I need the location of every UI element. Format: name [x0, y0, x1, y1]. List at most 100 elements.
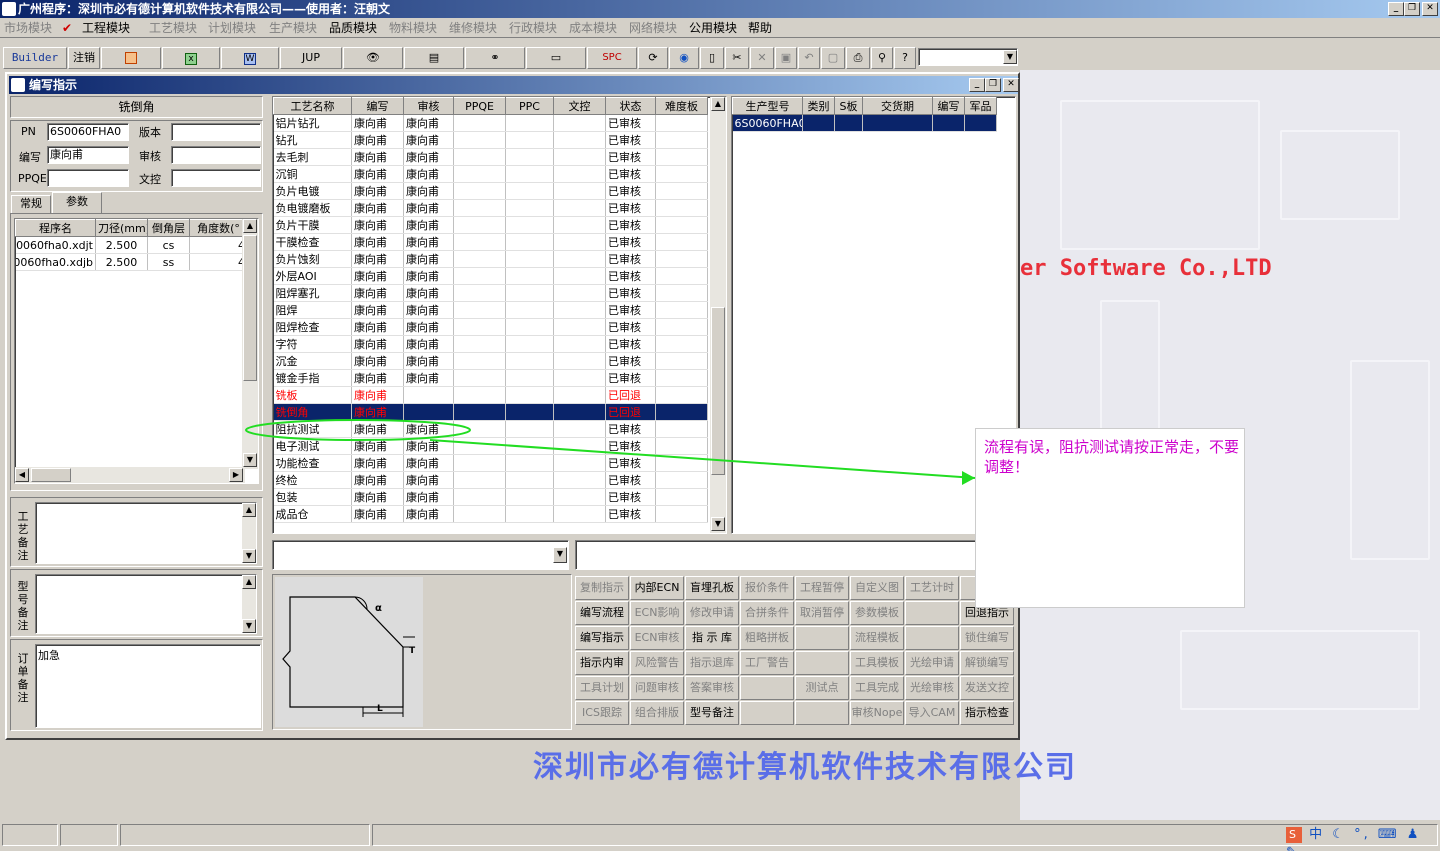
- menu-item[interactable]: 计划模块: [208, 20, 256, 36]
- tab-general[interactable]: 常规: [11, 195, 51, 213]
- version-field[interactable]: [171, 123, 261, 141]
- process-row[interactable]: 负片蚀刻 康向甫 康向甫 已审核: [273, 250, 708, 268]
- action-button[interactable]: 光绘审核: [905, 676, 959, 700]
- process-col-header[interactable]: 难度板: [655, 97, 708, 115]
- process-col-header[interactable]: PPQE: [453, 97, 506, 115]
- menu-item[interactable]: 成本模块: [569, 20, 617, 36]
- process-row[interactable]: 负片电镀 康向甫 康向甫 已审核: [273, 182, 708, 200]
- action-button[interactable]: 工具完成: [850, 676, 904, 700]
- action-button[interactable]: 工厂警告: [740, 651, 794, 675]
- model-remark-field[interactable]: ▲ ▼: [35, 574, 257, 634]
- sogou-icon[interactable]: S: [1286, 827, 1302, 843]
- preview-icon[interactable]: ▢: [821, 47, 845, 69]
- action-button[interactable]: ICS跟踪: [575, 701, 629, 725]
- menu-item[interactable]: 行政模块: [509, 20, 557, 36]
- menu-item[interactable]: 网络模块: [629, 20, 677, 36]
- menu-item[interactable]: 工艺模块: [149, 20, 197, 36]
- model-col-header[interactable]: 类别: [802, 97, 835, 115]
- hscroll-thumb[interactable]: [31, 468, 71, 482]
- menu-item[interactable]: 品质模块: [329, 20, 377, 36]
- action-button[interactable]: 测试点: [795, 676, 849, 700]
- process-col-header[interactable]: PPC: [505, 97, 554, 115]
- action-button[interactable]: 发送文控: [960, 676, 1014, 700]
- excel-icon[interactable]: x: [162, 47, 220, 69]
- window-restore-button[interactable]: ❐: [985, 78, 1001, 92]
- user-icon[interactable]: ♟: [1407, 827, 1422, 842]
- process-row[interactable]: 负片干膜 康向甫 康向甫 已审核: [273, 216, 708, 234]
- cut-icon[interactable]: ✂: [725, 47, 749, 69]
- action-button[interactable]: 导入CAM: [905, 701, 959, 725]
- action-button[interactable]: ECN影响: [630, 601, 684, 625]
- action-button[interactable]: 编写指示: [575, 626, 629, 650]
- action-button[interactable]: 组合排版: [630, 701, 684, 725]
- action-button[interactable]: 参数模板: [850, 601, 904, 625]
- action-button[interactable]: 审核Nope: [850, 701, 904, 725]
- chinese-mode-icon[interactable]: 中: [1309, 827, 1325, 842]
- action-button[interactable]: 工具模板: [850, 651, 904, 675]
- keyboard-icon[interactable]: ⌨: [1378, 827, 1400, 842]
- process-remark-field[interactable]: ▲ ▼: [35, 502, 257, 564]
- action-button[interactable]: 解锁编写: [960, 651, 1014, 675]
- process-row[interactable]: 沉金 康向甫 康向甫 已审核: [273, 352, 708, 370]
- powerpoint-icon[interactable]: [101, 47, 161, 69]
- action-button[interactable]: 光绘申请: [905, 651, 959, 675]
- undo-icon[interactable]: ↶: [798, 47, 820, 69]
- param-col-header[interactable]: 倒角层: [147, 219, 190, 237]
- params-grid[interactable]: 程序名 刀径(mm) 倒角层 角度数(° 0060fha0.xdjt 2.500 c…: [14, 218, 259, 484]
- window-minimize-button[interactable]: _: [969, 78, 985, 92]
- globe-icon[interactable]: ◉: [669, 47, 699, 69]
- model-row[interactable]: 6S0060FHA0: [732, 114, 997, 132]
- process-col-header[interactable]: 审核: [403, 97, 454, 115]
- action-button[interactable]: [905, 601, 959, 625]
- moon-icon[interactable]: ☾: [1332, 827, 1347, 842]
- params-vscroll[interactable]: ▲ ▼: [242, 219, 258, 469]
- menu-item[interactable]: 生产模块: [269, 20, 317, 36]
- scroll-down-icon[interactable]: ▼: [711, 517, 725, 531]
- action-button[interactable]: 报价条件: [740, 576, 794, 600]
- action-button[interactable]: 流程模板: [850, 626, 904, 650]
- process-grid[interactable]: 工艺名称 编写 审核 PPQE PPC 文控 状态 难度板 铝片钻孔 康向甫 康向甫 已审核 钻孔 康向…: [272, 96, 727, 534]
- action-button[interactable]: 问题审核: [630, 676, 684, 700]
- scroll-right-icon[interactable]: ▶: [229, 468, 243, 482]
- ppqe-field[interactable]: [47, 169, 129, 187]
- save-icon[interactable]: ▣: [775, 47, 797, 69]
- process-vscroll[interactable]: ▲ ▼: [710, 97, 726, 533]
- restore-button[interactable]: ❐: [1404, 2, 1420, 16]
- action-button[interactable]: [740, 701, 794, 725]
- action-button[interactable]: 指示检查: [960, 701, 1014, 725]
- review-field[interactable]: [171, 146, 261, 164]
- param-row[interactable]: 0060fha0.xdjb2.500ss4: [15, 253, 248, 271]
- process-combo[interactable]: ▼: [272, 540, 569, 570]
- process-row[interactable]: 功能检查 康向甫 康向甫 已审核: [273, 454, 708, 472]
- action-button[interactable]: 编写流程: [575, 601, 629, 625]
- param-col-header[interactable]: 程序名: [15, 219, 96, 237]
- params-hscroll[interactable]: ◀ ▶: [15, 467, 245, 483]
- action-button[interactable]: 自定义图: [850, 576, 904, 600]
- model-col-header[interactable]: S板: [834, 97, 863, 115]
- scroll-down-icon[interactable]: ▼: [243, 453, 257, 467]
- people-icon[interactable]: ⚭: [465, 47, 525, 69]
- refresh-icon[interactable]: ⟳: [638, 47, 668, 69]
- action-button[interactable]: 锁住编写: [960, 626, 1014, 650]
- action-button[interactable]: [795, 651, 849, 675]
- action-button[interactable]: 取消暂停: [795, 601, 849, 625]
- process-row[interactable]: 成品仓 康向甫 康向甫 已审核: [273, 505, 708, 523]
- model-col-header[interactable]: 编写: [932, 97, 965, 115]
- builder-button[interactable]: Builder: [3, 47, 67, 69]
- action-button[interactable]: [795, 626, 849, 650]
- process-row[interactable]: 字符 康向甫 康向甫 已审核: [273, 335, 708, 353]
- new-icon[interactable]: ▯: [700, 47, 724, 69]
- process-row[interactable]: 去毛刺 康向甫 康向甫 已审核: [273, 148, 708, 166]
- computer-icon[interactable]: ▭: [526, 47, 586, 69]
- action-button[interactable]: 指 示 库: [685, 626, 739, 650]
- doc-field[interactable]: [171, 169, 261, 187]
- action-button[interactable]: 答案审核: [685, 676, 739, 700]
- menu-item[interactable]: 工程模块: [82, 20, 130, 36]
- spc-button[interactable]: SPC: [587, 47, 637, 69]
- minimize-button[interactable]: _: [1388, 2, 1404, 16]
- model-col-header[interactable]: 交货期: [862, 97, 933, 115]
- eye-icon[interactable]: 👁: [343, 47, 403, 69]
- print-icon[interactable]: ⎙: [846, 47, 870, 69]
- process-row[interactable]: 阻焊 康向甫 康向甫 已审核: [273, 301, 708, 319]
- action-button[interactable]: 内部ECN: [630, 576, 684, 600]
